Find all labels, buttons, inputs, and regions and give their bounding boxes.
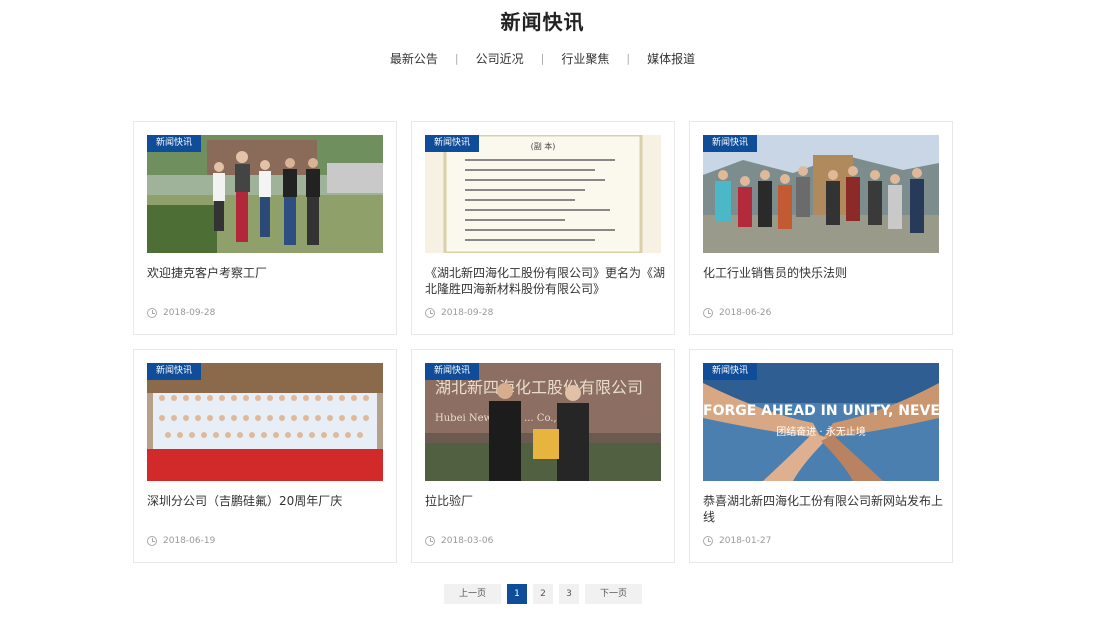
unity-banner-image: FORGE AHEAD IN UNITY, NEVER-ENDING 团结奋进 … [703, 363, 939, 481]
factory-audit-image: 湖北新四海化工股份有限公司 Hubei New Sihai ... Co.,Lt… [425, 363, 661, 481]
news-title[interactable]: 恭喜湖北新四海化工份有限公司新网站发布上线 [703, 493, 943, 525]
news-grid: 新闻快讯 欢迎捷克客户考察工厂 2018-09-28 (副 本) 新闻快讯 《湖… [133, 121, 953, 563]
nav-industry-focus[interactable]: 行业聚焦 [544, 50, 626, 67]
news-card[interactable]: 湖北新四海化工股份有限公司 Hubei New Sihai ... Co.,Lt… [411, 349, 675, 563]
news-date-text: 2018-09-28 [163, 308, 216, 318]
news-date: 2018-09-28 [425, 308, 493, 318]
svg-text:湖北新四海化工股份有限公司: 湖北新四海化工股份有限公司 [435, 378, 643, 397]
pagination: 上一页 1 2 3 下一页 [444, 584, 648, 604]
clock-icon [425, 536, 435, 546]
news-thumbnail[interactable]: 新闻快讯 [703, 135, 939, 253]
news-date: 2018-06-26 [703, 308, 771, 318]
page-button-1[interactable]: 1 [507, 584, 527, 604]
category-badge: 新闻快讯 [147, 363, 202, 380]
page-title: 新闻快讯 [500, 10, 585, 34]
category-badge: 新闻快讯 [703, 363, 758, 380]
certificate-image: (副 本) [425, 135, 661, 253]
news-date-text: 2018-06-19 [163, 536, 216, 546]
news-card[interactable]: (副 本) 新闻快讯 《湖北新四海化工股份有限公司》更名为《湖北隆胜四海新材料股… [411, 121, 675, 335]
news-date-text: 2018-09-28 [441, 308, 494, 318]
clock-icon [425, 308, 435, 318]
page-button-2[interactable]: 2 [533, 584, 553, 604]
news-card[interactable]: 新闻快讯 深圳分公司（吉鹏硅氟）20周年厂庆 2018-06-19 [133, 349, 397, 563]
category-badge: 新闻快讯 [703, 135, 758, 152]
category-nav: 最新公告 | 公司近况 | 行业聚焦 | 媒体报道 [0, 50, 1085, 67]
news-title[interactable]: 深圳分公司（吉鹏硅氟）20周年厂庆 [147, 493, 387, 509]
category-badge: 新闻快讯 [425, 135, 480, 152]
prev-page-button[interactable]: 上一页 [444, 584, 501, 604]
news-card[interactable]: 新闻快讯 化工行业销售员的快乐法则 2018-06-26 [689, 121, 953, 335]
news-thumbnail[interactable]: 新闻快讯 [147, 135, 383, 253]
news-date: 2018-09-28 [147, 308, 215, 318]
news-thumbnail[interactable]: (副 本) 新闻快讯 [425, 135, 661, 253]
clock-icon [703, 308, 713, 318]
nav-latest-announcements[interactable]: 最新公告 [373, 50, 455, 67]
news-date-text: 2018-03-06 [441, 536, 494, 546]
news-thumbnail[interactable]: FORGE AHEAD IN UNITY, NEVER-ENDING 团结奋进 … [703, 363, 939, 481]
clock-icon [147, 308, 157, 318]
news-date-text: 2018-01-27 [719, 536, 772, 546]
news-thumbnail[interactable]: 新闻快讯 [147, 363, 383, 481]
category-badge: 新闻快讯 [425, 363, 480, 380]
news-date: 2018-01-27 [703, 536, 771, 546]
svg-text:(副 本): (副 本) [531, 141, 556, 151]
category-badge: 新闻快讯 [147, 135, 202, 152]
svg-text:团结奋进 · 永无止境: 团结奋进 · 永无止境 [776, 425, 866, 438]
news-title[interactable]: 欢迎捷克客户考察工厂 [147, 265, 387, 281]
news-card[interactable]: 新闻快讯 欢迎捷克客户考察工厂 2018-09-28 [133, 121, 397, 335]
news-title[interactable]: 化工行业销售员的快乐法则 [703, 265, 943, 281]
page-button-3[interactable]: 3 [559, 584, 579, 604]
news-date: 2018-03-06 [425, 536, 493, 546]
nav-company-news[interactable]: 公司近况 [459, 50, 541, 67]
news-date-text: 2018-06-26 [719, 308, 772, 318]
svg-text:FORGE AHEAD IN UNITY, NEVER-EN: FORGE AHEAD IN UNITY, NEVER-ENDING [703, 403, 939, 419]
anniversary-photo-image [147, 363, 383, 481]
news-card[interactable]: FORGE AHEAD IN UNITY, NEVER-ENDING 团结奋进 … [689, 349, 953, 563]
group-photo-image [147, 135, 383, 253]
clock-icon [703, 536, 713, 546]
news-title[interactable]: 拉比验厂 [425, 493, 665, 509]
news-date: 2018-06-19 [147, 536, 215, 546]
next-page-button[interactable]: 下一页 [585, 584, 642, 604]
news-title[interactable]: 《湖北新四海化工股份有限公司》更名为《湖北隆胜四海新材料股份有限公司》 [425, 265, 665, 297]
group-photo-image [703, 135, 939, 253]
clock-icon [147, 536, 157, 546]
nav-media-reports[interactable]: 媒体报道 [630, 50, 712, 67]
news-thumbnail[interactable]: 湖北新四海化工股份有限公司 Hubei New Sihai ... Co.,Lt… [425, 363, 661, 481]
